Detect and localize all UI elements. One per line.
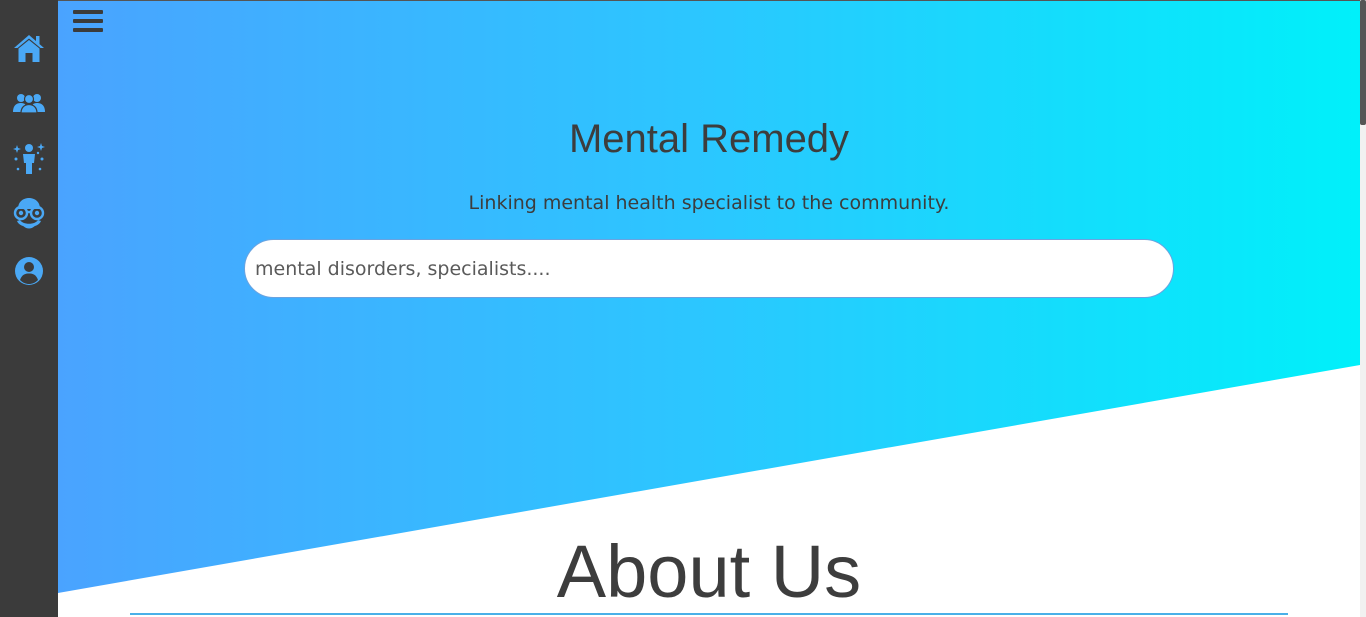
home-icon	[14, 35, 44, 62]
sidebar-item-community[interactable]	[12, 87, 46, 119]
sidebar-item-specialists[interactable]	[12, 198, 46, 230]
scrollbar-thumb[interactable]	[1360, 0, 1366, 125]
site-title: Mental Remedy	[568, 117, 850, 161]
page-scrollbar[interactable]	[1360, 0, 1366, 617]
users-group-icon	[13, 93, 45, 114]
sidebar	[0, 0, 58, 617]
site-tagline: Linking mental health specialist to the …	[468, 192, 950, 214]
search-input[interactable]	[244, 239, 1174, 298]
sidebar-item-home[interactable]	[12, 32, 46, 64]
sidebar-item-profile[interactable]	[12, 255, 46, 287]
about-us-heading: About Us	[556, 530, 862, 613]
hamburger-menu-icon[interactable]	[73, 10, 105, 34]
specialist-glasses-icon	[13, 198, 45, 229]
section-divider	[130, 613, 1288, 615]
hero-background	[58, 1, 1360, 593]
sidebar-item-wellness[interactable]	[12, 142, 46, 174]
main-content: Mental Remedy Linking mental health spec…	[58, 0, 1360, 617]
user-circle-icon	[15, 257, 43, 285]
person-sparkle-icon	[13, 143, 45, 174]
